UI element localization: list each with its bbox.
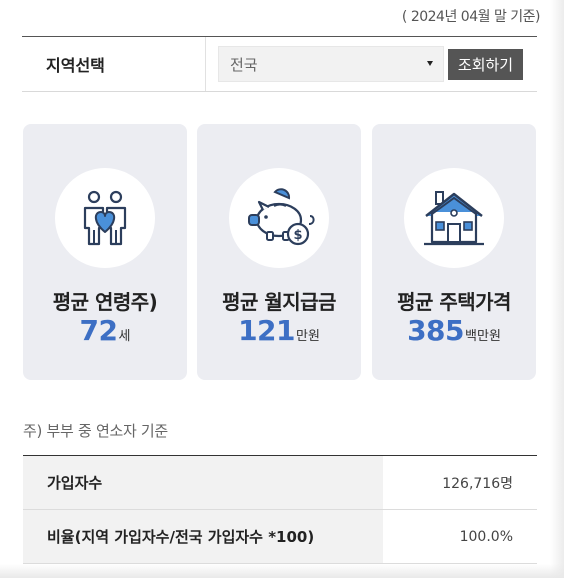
card-title: 평균 월지급금 bbox=[222, 290, 336, 314]
base-date: ( 2024년 04월 말 기준) bbox=[401, 9, 541, 25]
card-value-unit: 만원 bbox=[296, 329, 320, 344]
card-value-number: 72 bbox=[79, 314, 118, 347]
card-title: 평균 주택가격 bbox=[397, 290, 511, 314]
couple-heart-icon bbox=[83, 190, 127, 246]
footnote: 주) 부부 중 연소자 기준 bbox=[23, 422, 168, 440]
card-value: 121만원 bbox=[197, 314, 361, 347]
bottom-edge-shadow bbox=[0, 564, 564, 578]
stats-label: 가입자수 bbox=[23, 456, 383, 509]
region-selected-value: 전국 bbox=[230, 55, 258, 74]
region-label: 지역선택 bbox=[22, 37, 206, 91]
icon-circle bbox=[55, 168, 155, 268]
page: ( 2024년 04월 말 기준) 지역선택 전국 조회하기 평균 연령주) 7… bbox=[0, 0, 564, 578]
stats-label: 비율(지역 가입자수/전국 가입자수 *100) bbox=[23, 510, 383, 563]
card-value: 385백만원 bbox=[372, 314, 536, 347]
card-average-monthly-payment: $ 평균 월지급금 121만원 bbox=[197, 124, 361, 380]
card-value-unit: 백만원 bbox=[465, 329, 501, 344]
card-average-house-price: 평균 주택가격 385백만원 bbox=[372, 124, 536, 380]
card-title: 평균 연령주) bbox=[52, 290, 158, 314]
region-select[interactable]: 전국 bbox=[218, 46, 444, 82]
table-row: 가입자수 126,716명 bbox=[23, 456, 537, 510]
card-value-number: 385 bbox=[407, 314, 465, 347]
chevron-down-icon bbox=[427, 61, 433, 66]
house-icon bbox=[424, 191, 484, 246]
table-row: 비율(지역 가입자수/전국 가입자수 *100) 100.0% bbox=[23, 510, 537, 564]
stats-table: 가입자수 126,716명 비율(지역 가입자수/전국 가입자수 *100) 1… bbox=[23, 455, 537, 564]
card-value-number: 121 bbox=[238, 314, 296, 347]
svg-text:$: $ bbox=[293, 228, 302, 243]
piggy-bank-icon: $ bbox=[248, 188, 315, 246]
card-value: 72세 bbox=[23, 314, 187, 347]
region-filter-row: 지역선택 전국 조회하기 bbox=[22, 36, 537, 92]
icon-circle: $ bbox=[229, 168, 329, 268]
icon-circle bbox=[404, 168, 504, 268]
stats-value: 126,716명 bbox=[442, 475, 513, 492]
card-average-age: 평균 연령주) 72세 bbox=[23, 124, 187, 380]
scroll-edge-shadow bbox=[550, 0, 564, 578]
stats-value: 100.0% bbox=[459, 528, 513, 545]
card-value-unit: 세 bbox=[118, 329, 131, 344]
search-button[interactable]: 조회하기 bbox=[448, 49, 523, 80]
